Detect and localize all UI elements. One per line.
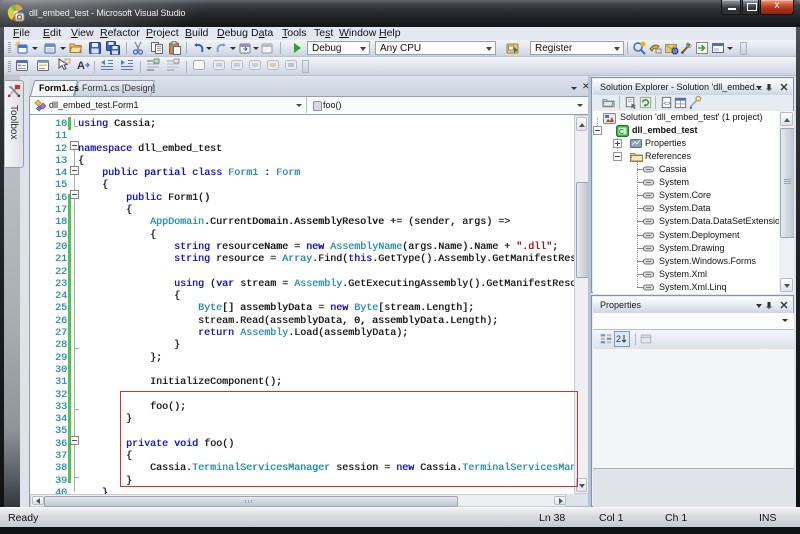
- svg-text:2: 2: [616, 334, 621, 344]
- svg-text:C: C: [619, 129, 624, 136]
- svg-text:A: A: [77, 60, 85, 72]
- svg-text:<>: <>: [663, 100, 671, 107]
